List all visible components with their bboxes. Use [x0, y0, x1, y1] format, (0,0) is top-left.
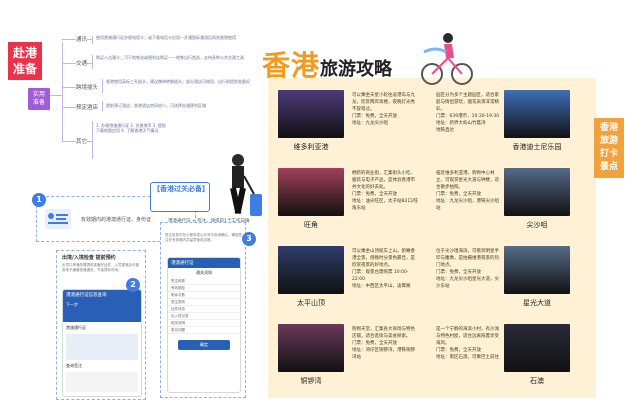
attraction-caption: 石澳: [530, 377, 544, 385]
attraction-description: 临近维多利亚港，购物中心林立，可观赏星光大道与钟楼，适合散步拍照。 门票：免费，…: [436, 171, 499, 211]
mindmap-item-desc: 使用港澳通行证办理电话卡；或下载电话卡应用—开通国际漫游后再到香港使用: [96, 35, 236, 40]
attraction-description: 位于尖沙咀海滨，可看到明星手印与雕像，是拍摄维港夜景的热门地点。 门票：免费，全…: [436, 249, 499, 289]
attraction-caption: 太平山顶: [297, 299, 325, 307]
mindmap-item-label: 其它: [76, 137, 88, 145]
step1-badge: 1: [32, 193, 46, 207]
attraction-card: 石澳 是一个宁静的海滨小村，有沙滩与特色村屋，适合远离喧嚣享受海风。 门票：免费，…: [432, 316, 592, 394]
phone1-next: 下一步: [66, 302, 78, 307]
attraction-photo: [278, 90, 344, 138]
phone-screenshot-2: 港澳通行证 通关须知 签注种类 有效期至 剩余次数 签注类别 证件状态 出入境记…: [167, 257, 241, 393]
phone1-label: 港澳通行证: [66, 325, 86, 330]
mindmap-item-label: 交通: [76, 59, 88, 67]
phone1-footer: 查询签注: [66, 363, 82, 368]
phone2-header: 港澳通行证: [168, 258, 240, 268]
attraction-description: 园区分为多个主题园区，适合家庭与情侣游玩，烟花表演非常精彩。 门票：639港币，…: [436, 93, 500, 133]
bubble-title: 【香港过关必备】: [153, 185, 209, 193]
phone2-row: 相关说明: [168, 320, 240, 327]
attraction-caption: 香港迪士尼乐园: [512, 143, 562, 151]
attraction-photo: [278, 324, 344, 372]
attraction-photo: [504, 90, 570, 138]
mindmap-item-label: 跨境插头: [76, 83, 99, 91]
attraction-photo: [278, 168, 344, 216]
mindmap-connector: [50, 95, 62, 96]
guide-title-hk: 香港: [262, 49, 321, 82]
step2-badge: 2: [126, 278, 140, 292]
attraction-description: 拥挤的商业街，汇集街头小吃、服装与电子产品，是体验香港市井文化的好去处。 门票：…: [352, 171, 418, 211]
step3-panel: 签注信息可在小程序或公众号中查询确认，确保签注在有效期内并留意使用次数。 港澳通…: [160, 222, 246, 398]
attraction-card: 旺角 拥挤的商业街，汇集街头小吃、服装与电子产品，是体验香港市井文化的好去处。 门…: [272, 160, 432, 238]
phone2-row: 证件状态: [168, 306, 240, 313]
mindmap-branches: 通讯 使用港澳通行证办理电话卡；或下载电话卡应用—开通国际漫游后再到香港使用 交…: [62, 35, 267, 159]
phone2-title: 通关须知: [196, 270, 212, 275]
id-card-icon: [45, 209, 71, 229]
phone2-row: 有效期至: [168, 285, 240, 292]
attractions-grid: 维多利亚港 可以乘坐天星小轮往返港岛与九龙，欣赏两岸高楼，夜晚灯光秀不容错过。 门…: [272, 82, 592, 396]
step2-panel: 出境/入境检查 提前预约 出境口岸通关需提前准备好证件，入境香港后可使用电子通道…: [56, 250, 146, 400]
trip-prep-tag: 赴港 准备: [8, 42, 42, 80]
phone1-header: 港澳通行证信息查询: [63, 290, 141, 300]
mindmap-item-label: 通讯: [76, 35, 88, 43]
attraction-card: 香港迪士尼乐园 园区分为多个主题园区，适合家庭与情侣游玩，烟花表演非常精彩。 门票…: [432, 82, 592, 160]
step3-badge: 3: [242, 232, 256, 246]
hk-attractions-tag: 香港 旅游 打卡 景点: [594, 118, 624, 178]
phone2-row: 签注类别: [168, 299, 240, 306]
phone2-row: 签注种类: [168, 278, 240, 285]
practical-prep-tag: 实用 准备: [28, 88, 50, 110]
attraction-card: 太平山顶 可以乘坐山顶缆车上山，俯瞰香港全景，傍晚时分景色最佳，是欣赏夜景的好地点…: [272, 238, 432, 316]
mindmap-item-label: 预定酒店: [76, 103, 99, 111]
customs-bubble: 【香港过关必备】: [150, 182, 210, 212]
attraction-caption: 星光大道: [523, 299, 551, 307]
mindmap-item-desc: 1. 办理港澳通行证 2. 兑换港币 3. 提前下载地图应用 4. 了解香港天气…: [96, 123, 166, 133]
mindmap-item-desc: 香港使用英标三孔插头，建议携带转换插头；部分酒店可借用，出行前提前准备好: [106, 79, 250, 84]
phone2-row: 剩余次数: [168, 292, 240, 299]
attraction-photo: [504, 324, 570, 372]
guide-title: 香港旅游攻略: [262, 44, 392, 84]
attraction-photo: [504, 246, 570, 294]
attraction-caption: 旺角: [304, 221, 318, 229]
attraction-description: 购物天堂，汇集各大商场与特色店铺，适合逛街与美食探索。 门票：免费，全天开放 地…: [352, 327, 415, 360]
attraction-description: 可以乘坐山顶缆车上山，俯瞰香港全景，傍晚时分景色最佳，是欣赏夜景的好地点。 门票…: [352, 249, 415, 289]
phone2-confirm-button[interactable]: 确定: [178, 340, 230, 350]
guide-title-sub: 旅游攻略: [320, 59, 393, 80]
phone2-row: 常见问题: [168, 327, 240, 334]
mindmap-item-desc: 购买八达通卡；可于地铁站或便利店购买——地铁出行首选，支持多种公共交通工具: [96, 55, 244, 60]
phone-screenshot-1: 港澳通行证信息查询 下一步 港澳通行证 查询签注: [62, 289, 142, 397]
attraction-caption: 铜锣湾: [300, 377, 322, 385]
phone2-row: 出入境记录: [168, 313, 240, 320]
attraction-description: 可以乘坐天星小轮往返港岛与九龙，欣赏两岸高楼，夜晚灯光秀不容错过。 门票：免费，…: [352, 93, 415, 126]
attraction-caption: 维多利亚港: [293, 143, 329, 151]
attraction-card: 铜锣湾 购物天堂，汇集各大商场与特色店铺，适合逛街与美食探索。 门票：免费，全天开…: [272, 316, 432, 394]
attraction-photo: [504, 168, 570, 216]
attraction-description: 是一个宁静的海滨小村，有沙滩与特色村屋，适合远离喧嚣享受海风。 门票：免费，全天…: [436, 327, 499, 360]
attraction-photo: [278, 246, 344, 294]
step2-text: 出境口岸通关需提前准备好证件，入境香港后可使用电子通道快速通关，节省排队时间。: [62, 263, 139, 272]
attraction-caption: 尖沙咀: [526, 221, 548, 229]
cyclist-illustration: [421, 33, 473, 85]
mindmap-item-desc: 提前预订酒店；香港酒店房间较小，可选择交通便利区域: [106, 103, 206, 108]
step2-title: 出境/入境检查 提前预约: [62, 255, 116, 261]
attraction-card: 维多利亚港 可以乘坐天星小轮往返港岛与九龙，欣赏两岸高楼，夜晚灯光秀不容错过。 门…: [272, 82, 432, 160]
attraction-card: 尖沙咀 临近维多利亚港，购物中心林立，可观赏星光大道与钟楼，适合散步拍照。 门票：…: [432, 160, 592, 238]
step3-text: 签注信息可在小程序或公众号中查询确认，确保签注在有效期内并留意使用次数。: [165, 233, 242, 242]
traveler-illustration: [230, 154, 262, 216]
attraction-card: 星光大道 位于尖沙咀海滨，可看到明星手印与雕像，是拍摄维港夜景的热门地点。 门票：…: [432, 238, 592, 316]
